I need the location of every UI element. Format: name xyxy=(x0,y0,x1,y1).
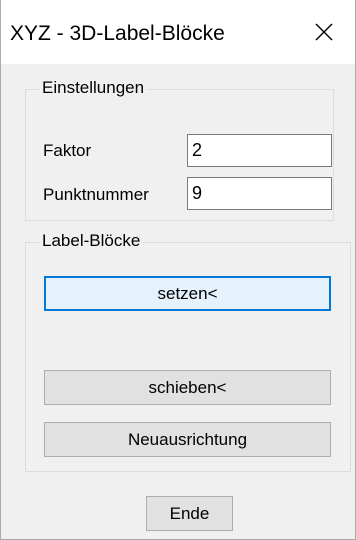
dialog-window: XYZ - 3D-Label-Blöcke Einstellungen Fakt… xyxy=(0,0,356,540)
title-bar[interactable]: XYZ - 3D-Label-Blöcke xyxy=(1,0,355,64)
set-button[interactable]: setzen< xyxy=(44,276,331,311)
window-title: XYZ - 3D-Label-Blöcke xyxy=(10,22,225,45)
move-button[interactable]: schieben< xyxy=(44,370,331,405)
settings-group-legend: Einstellungen xyxy=(39,78,148,98)
close-icon xyxy=(315,23,333,41)
factor-input[interactable] xyxy=(187,134,332,167)
point-number-label: Punktnummer xyxy=(43,185,149,204)
factor-label: Faktor xyxy=(43,141,92,160)
realign-button[interactable]: Neuausrichtung xyxy=(44,422,331,457)
end-button[interactable]: Ende xyxy=(146,496,233,531)
label-blocks-group-legend: Label-Blöcke xyxy=(39,231,144,251)
point-number-input[interactable] xyxy=(187,177,332,210)
close-button[interactable] xyxy=(293,0,355,64)
